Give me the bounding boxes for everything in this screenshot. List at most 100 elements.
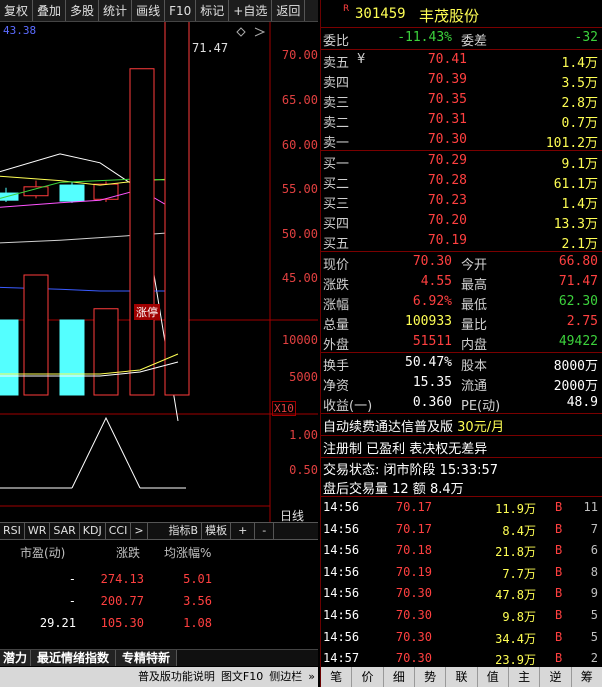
ask-row[interactable]: 卖一 70.30 101.2万 xyxy=(321,130,602,151)
right-tab[interactable]: 笔 xyxy=(321,667,353,687)
candle-body xyxy=(93,183,119,200)
right-tab[interactable]: 势 xyxy=(415,667,447,687)
sector-change: 274.13 xyxy=(100,572,144,586)
tab-indicator-b[interactable]: 指标B xyxy=(166,523,203,539)
bid-row[interactable]: 买二 70.28 61.1万 xyxy=(321,171,602,192)
stock-title-bar: R 301459 丰茂股份 xyxy=(321,0,602,28)
quote-label: 量比 xyxy=(461,318,488,333)
status-help-link[interactable]: 普及版功能说明 xyxy=(135,667,218,687)
table-row[interactable]: - 200.77 3.56 xyxy=(0,590,318,612)
tick-row[interactable]: 14:56 70.17 11.9万 B 11 xyxy=(321,497,602,519)
toolbar-overlay-button[interactable]: 叠加 xyxy=(33,0,67,21)
tick-side: B xyxy=(555,651,563,666)
ask-row[interactable]: 卖四 70.39 3.5万 xyxy=(321,70,602,91)
bid-row[interactable]: 买四 70.20 13.3万 xyxy=(321,211,602,232)
ratio-label: 委比 xyxy=(323,34,350,49)
price-axis-label: 55.00 xyxy=(281,182,318,196)
ask-price: 70.31 xyxy=(427,112,467,127)
tick-row[interactable]: 14:56 70.30 9.8万 B 5 xyxy=(321,605,602,627)
tab-specialized[interactable]: 专精特新 xyxy=(116,650,178,666)
status-more-icon[interactable]: » xyxy=(305,667,318,687)
bid-volume: 13.3万 xyxy=(553,217,598,232)
right-tab[interactable]: 筹 xyxy=(572,667,602,687)
right-tab[interactable]: 联 xyxy=(446,667,478,687)
bid-label: 买一 xyxy=(323,157,350,172)
tick-side: B xyxy=(555,521,563,536)
toolbar-f10-button[interactable]: F10 xyxy=(165,0,197,21)
ratio-diff-value: -32 xyxy=(574,30,598,45)
right-tab[interactable]: 值 xyxy=(478,667,509,687)
toolbar-stats-button[interactable]: 统计 xyxy=(99,0,133,21)
tab-template[interactable]: 模板 xyxy=(202,523,232,539)
ask-row[interactable]: 卖二 70.31 0.7万 xyxy=(321,110,602,131)
right-tab[interactable]: 价 xyxy=(352,667,384,687)
bid-book: 买一 70.29 9.1万 买二 70.28 61.1万 买三 70.23 1.4万 买四 70.2… xyxy=(321,151,602,252)
promo-banner[interactable]: 自动续费通达信普及版 30元/月 xyxy=(321,414,602,435)
bid-volume: 1.4万 xyxy=(561,197,598,212)
bid-row[interactable]: 买三 70.23 1.4万 xyxy=(321,191,602,212)
bid-row[interactable]: 买五 70.19 2.1万 xyxy=(321,231,602,252)
right-tab[interactable]: 逆 xyxy=(540,667,572,687)
fundamental-value: 0.360 xyxy=(412,395,452,410)
tick-count: 6 xyxy=(590,543,598,558)
status-f10-link[interactable]: 图文F10 xyxy=(218,667,266,687)
tab-sentiment-index[interactable]: 最近情绪指数 xyxy=(31,650,117,666)
tab-add[interactable]: + xyxy=(231,523,256,539)
limit-up-tag: 涨停 xyxy=(134,304,160,320)
trade-status: 交易状态: 闭市阶段 15:33:57 xyxy=(323,463,499,478)
price-axis-label: 50.00 xyxy=(281,227,318,241)
right-tab[interactable]: 细 xyxy=(384,667,415,687)
ask-row[interactable]: 卖三 70.35 2.8万 xyxy=(321,90,602,111)
bid-volume: 9.1万 xyxy=(561,157,598,172)
tick-row[interactable]: 14:56 70.18 21.8万 B 6 xyxy=(321,540,602,562)
toolbar-fuquan-button[interactable]: 复权 xyxy=(0,0,34,21)
toolbar-mark-button[interactable]: 标记 xyxy=(196,0,230,21)
price-axis-label: 60.00 xyxy=(281,138,318,152)
tab-sar[interactable]: SAR xyxy=(50,523,80,539)
ask-row[interactable]: 卖五 ¥70.41 1.4万 xyxy=(321,50,602,71)
toolbar-multi-stock-button[interactable]: 多股 xyxy=(66,0,100,21)
tab-wr[interactable]: WR xyxy=(25,523,51,539)
tab-kdj[interactable]: KDJ xyxy=(80,523,106,539)
tab-remove[interactable]: - xyxy=(255,523,275,539)
tick-side: B xyxy=(555,543,563,558)
toolbar-back-button[interactable]: 返回 xyxy=(272,0,306,21)
tick-time: 14:56 xyxy=(323,521,360,536)
tick-row[interactable]: 14:56 70.19 7.7万 B 8 xyxy=(321,562,602,584)
tick-time: 14:57 xyxy=(323,651,360,666)
stock-tags: 注册制 已盈利 表决权无差异 xyxy=(323,442,488,457)
tab-more[interactable]: > xyxy=(131,523,148,539)
fundamental-value: 50.47% xyxy=(405,355,452,370)
quote-value: 71.47 xyxy=(558,274,598,289)
volume-axis-label: 5000 xyxy=(289,370,318,384)
status-sidebar-link[interactable]: 侧边栏 xyxy=(266,667,305,687)
volume-bar xyxy=(164,22,190,396)
toolbar-draw-line-button[interactable]: 画线 xyxy=(132,0,166,21)
registration-badge: R xyxy=(343,4,350,14)
kline-chart-svg[interactable] xyxy=(0,22,318,522)
kline-chart-area[interactable]: 43.38 71.47 涨停 70.00 65.00 60.00 55.00 5… xyxy=(0,22,318,523)
tab-cci[interactable]: CCI xyxy=(106,523,132,539)
quote-label: 今开 xyxy=(461,258,488,273)
ask-mark: ¥ xyxy=(357,52,366,67)
tab-potential[interactable]: 潜力 xyxy=(0,650,32,666)
tick-side: B xyxy=(555,586,563,601)
tick-row[interactable]: 14:56 70.30 34.4万 B 5 xyxy=(321,627,602,649)
tab-rsi[interactable]: RSI xyxy=(0,523,25,539)
toolbar-add-watchlist-button[interactable]: +自选 xyxy=(229,0,273,21)
candles-group xyxy=(0,42,190,203)
fundamental-value: 8000万 xyxy=(553,359,598,374)
table-row[interactable]: 29.21 105.30 1.08 xyxy=(0,612,318,634)
tick-row[interactable]: 14:56 70.30 47.8万 B 9 xyxy=(321,583,602,605)
table-row[interactable]: - 274.13 5.01 xyxy=(0,568,318,590)
fundamental-label: 股本 xyxy=(461,359,488,374)
tick-row[interactable]: 14:56 70.17 8.4万 B 7 xyxy=(321,519,602,541)
tick-price: 70.30 xyxy=(395,629,432,644)
sector-table: 市盈(动) 涨跌 均涨幅% - 274.13 5.01 - 200.77 3.5… xyxy=(0,540,318,650)
price-axis-label: 45.00 xyxy=(281,271,318,285)
sector-header-row: 市盈(动) 涨跌 均涨幅% xyxy=(0,540,318,562)
quote-label: 外盘 xyxy=(323,338,350,353)
right-tab[interactable]: 主 xyxy=(509,667,541,687)
bid-row[interactable]: 买一 70.29 9.1万 xyxy=(321,151,602,172)
tick-time: 14:56 xyxy=(323,564,360,579)
